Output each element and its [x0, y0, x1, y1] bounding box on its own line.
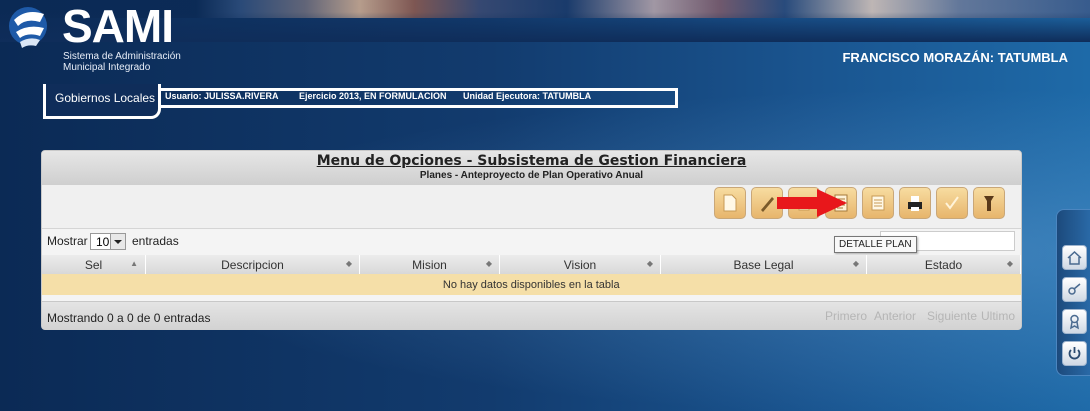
panel-header: Menu de Opciones - Subsistema de Gestion… — [42, 151, 1021, 186]
check-icon — [945, 196, 959, 210]
column-header-sel[interactable]: Sel ▲ — [42, 255, 146, 274]
user-info: Usuario: JULISSA.RIVERA — [165, 91, 279, 101]
column-header-descripcion[interactable]: Descripcion ◆ — [145, 255, 360, 274]
logo-subtitle-line2: Municipal Integrado — [63, 62, 151, 73]
pager-next[interactable]: Siguiente — [927, 309, 977, 323]
chevron-down-icon[interactable] — [110, 234, 125, 249]
logo-title: SAMI — [62, 0, 174, 52]
red-arrow-annotation-icon — [777, 189, 847, 217]
data-table: Sel ▲ Descripcion ◆ Mision ◆ Vision ◆ Base L… — [42, 255, 1021, 295]
home-button[interactable] — [1062, 245, 1087, 270]
quick-access-sidebar — [1056, 209, 1090, 376]
entries-label: entradas — [132, 234, 179, 248]
table-info: Mostrando 0 a 0 de 0 entradas — [47, 311, 211, 325]
executing-unit-info: Unidad Ejecutora: TATUMBLA — [463, 91, 592, 101]
column-header-mision[interactable]: Mision ◆ — [359, 255, 500, 274]
logout-button[interactable] — [1062, 341, 1087, 366]
fiscal-year-info: Ejercicio 2013, EN FORMULACION — [299, 91, 447, 101]
edit-icon — [761, 197, 774, 212]
pager-previous[interactable]: Anterior — [874, 309, 916, 323]
panel-subtitle: Planes - Anteproyecto de Plan Operativo … — [419, 170, 644, 181]
table-footer: Mostrando 0 a 0 de 0 entradas Primero An… — [42, 301, 1021, 330]
logo-subtitle-line1: Sistema de Administración — [63, 51, 181, 62]
column-header-estado[interactable]: Estado ◆ — [866, 255, 1021, 274]
logo-subtitle: Sistema de Administración Municipal Inte… — [63, 51, 181, 73]
panel-title[interactable]: Menu de Opciones - Subsistema de Gestion… — [42, 153, 1021, 169]
sort-icon: ◆ — [852, 259, 859, 268]
home-icon — [1067, 250, 1082, 265]
pager-last[interactable]: Ultimo — [981, 309, 1015, 323]
show-label: Mostrar — [47, 234, 88, 248]
ribbon-icon — [1070, 314, 1079, 330]
list-button[interactable] — [862, 187, 894, 219]
pager-first[interactable]: Primero — [825, 309, 867, 323]
sort-icon: ◆ — [485, 259, 492, 268]
sami-logo-icon — [9, 7, 47, 48]
options-panel: Menu de Opciones - Subsistema de Gestion… — [41, 150, 1022, 330]
new-document-icon — [723, 194, 737, 212]
sort-icon: ◆ — [1006, 259, 1013, 268]
page-size-select[interactable]: 10 — [90, 233, 126, 250]
table-row: No hay datos disponibles en la tabla — [42, 274, 1021, 295]
help-button[interactable] — [1062, 309, 1087, 334]
sort-icon: ◆ — [345, 259, 352, 268]
tools-button[interactable] — [973, 187, 1005, 219]
sort-asc-icon: ▲ — [130, 259, 138, 268]
column-header-base-legal[interactable]: Base Legal ◆ — [660, 255, 867, 274]
approve-button[interactable] — [936, 187, 968, 219]
security-button[interactable] — [1062, 277, 1087, 302]
print-icon — [908, 196, 922, 211]
key-icon — [1068, 283, 1081, 295]
print-button[interactable] — [899, 187, 931, 219]
page-size-value: 10 — [96, 235, 110, 249]
list-icon — [871, 195, 885, 211]
tab-gobiernos-locales-label[interactable]: Gobiernos Locales — [55, 91, 155, 105]
new-button[interactable] — [714, 187, 746, 219]
sort-icon: ◆ — [646, 259, 653, 268]
tooltip-detalle-plan: DETALLE PLAN — [834, 236, 917, 253]
tools-icon — [984, 196, 994, 211]
column-header-vision[interactable]: Vision ◆ — [499, 255, 661, 274]
location-label: FRANCISCO MORAZÁN: TATUMBLA — [842, 50, 1068, 65]
empty-table-message: No hay datos disponibles en la tabla — [42, 274, 1021, 295]
power-icon — [1068, 347, 1081, 360]
